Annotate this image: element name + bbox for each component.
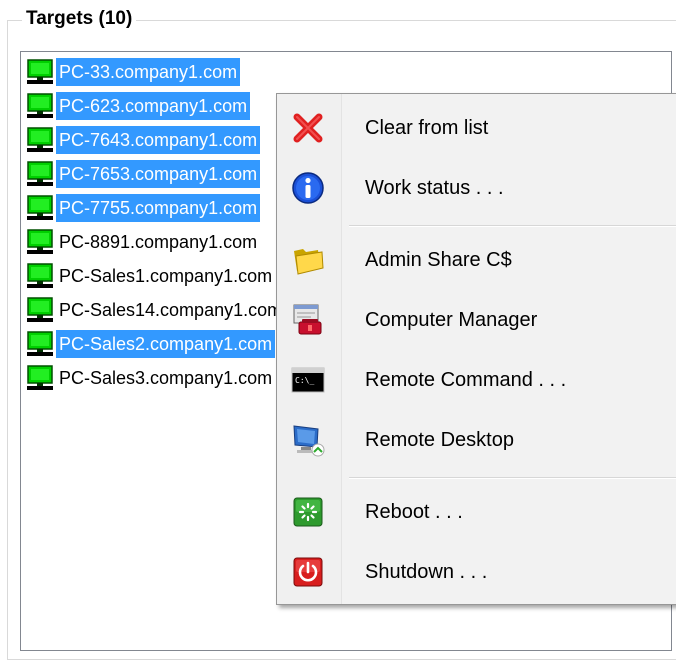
computer-icon bbox=[26, 161, 54, 187]
list-item[interactable]: PC-8891.company1.com bbox=[26, 228, 260, 256]
menu-item-admin-share[interactable]: Admin Share C$ bbox=[277, 231, 676, 289]
menu-item-label: Clear from list bbox=[365, 117, 489, 139]
menu-item-label: Computer Manager bbox=[365, 309, 538, 331]
computer-icon bbox=[26, 229, 54, 255]
menu-item-shutdown[interactable]: Shutdown . . . bbox=[277, 543, 676, 601]
remote-desktop-icon bbox=[293, 425, 325, 457]
list-item[interactable]: PC-7643.company1.com bbox=[26, 126, 261, 154]
menu-item-label: Reboot . . . bbox=[365, 501, 463, 523]
list-item[interactable]: PC-Sales14.company1.com bbox=[26, 296, 285, 324]
computer-icon bbox=[26, 263, 54, 289]
menu-item-label: Work status . . . bbox=[365, 177, 504, 199]
menu-item-remote-desktop[interactable]: Remote Desktop bbox=[277, 411, 676, 469]
menu-item-label: Remote Desktop bbox=[365, 429, 514, 451]
computer-management-icon bbox=[293, 304, 322, 335]
list-item-label: PC-33.company1.com bbox=[56, 58, 241, 86]
list-item-label: PC-Sales3.company1.com bbox=[59, 368, 273, 388]
computer-icon bbox=[26, 331, 54, 357]
command-prompt-icon: C:\_ bbox=[291, 367, 325, 393]
folder-icon bbox=[294, 249, 324, 275]
list-item[interactable]: PC-Sales3.company1.com bbox=[26, 364, 275, 392]
list-item-label: PC-8891.company1.com bbox=[59, 232, 258, 252]
list-item[interactable]: PC-Sales1.company1.com bbox=[26, 262, 275, 290]
computer-icon bbox=[26, 365, 54, 391]
shutdown-icon bbox=[293, 557, 323, 587]
group-title: Targets (10) bbox=[22, 7, 137, 31]
menu-item-label: Admin Share C$ bbox=[365, 249, 512, 271]
menu-item-computer-manager[interactable]: Computer Manager bbox=[277, 291, 676, 349]
list-item[interactable]: PC-33.company1.com bbox=[26, 58, 241, 86]
menu-item-label: Remote Command . . . bbox=[365, 369, 567, 391]
list-item[interactable]: PC-Sales2.company1.com bbox=[26, 330, 276, 358]
computer-icon bbox=[26, 297, 54, 323]
list-item-label: PC-Sales2.company1.com bbox=[56, 330, 276, 358]
menu-item-clear-from-list[interactable]: Clear from list bbox=[277, 99, 676, 157]
menu-separator bbox=[349, 225, 676, 227]
info-icon bbox=[292, 172, 324, 204]
list-item[interactable]: PC-7755.company1.com bbox=[26, 194, 261, 222]
list-item-label: PC-Sales14.company1.com bbox=[59, 300, 283, 320]
list-item-label: PC-Sales1.company1.com bbox=[59, 266, 273, 286]
list-item-label: PC-7755.company1.com bbox=[56, 194, 261, 222]
list-item[interactable]: PC-623.company1.com bbox=[26, 92, 251, 120]
menu-item-remote-command[interactable]: C:\_ Remote Command . . . bbox=[277, 351, 676, 409]
list-item-label: PC-7643.company1.com bbox=[56, 126, 261, 154]
red-x-icon bbox=[293, 113, 323, 143]
menu-item-label: Shutdown . . . bbox=[365, 561, 488, 583]
list-item-label: PC-623.company1.com bbox=[56, 92, 251, 120]
list-item-label: PC-7653.company1.com bbox=[56, 160, 261, 188]
list-item[interactable]: PC-7653.company1.com bbox=[26, 160, 261, 188]
computer-icon bbox=[26, 127, 54, 153]
menu-item-reboot[interactable]: Reboot . . . bbox=[277, 483, 676, 541]
computer-icon bbox=[26, 195, 54, 221]
computer-icon bbox=[26, 93, 54, 119]
svg-text:C:\_: C:\_ bbox=[295, 376, 314, 385]
reboot-icon bbox=[293, 497, 323, 527]
menu-item-work-status[interactable]: Work status . . . bbox=[277, 159, 676, 217]
context-menu: Clear from list Work status . . . Admin … bbox=[276, 93, 676, 605]
computer-icon bbox=[26, 59, 54, 85]
menu-separator bbox=[349, 477, 676, 479]
